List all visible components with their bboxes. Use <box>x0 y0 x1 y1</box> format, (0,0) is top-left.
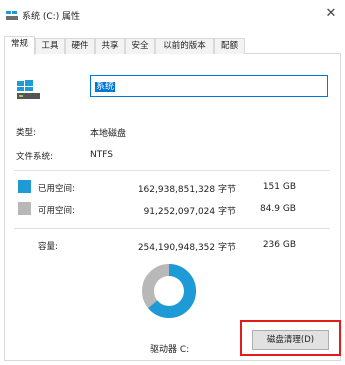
used-space-size: 151 GB <box>262 182 296 192</box>
tab-previous-versions[interactable]: 以前的版本 <box>155 38 214 54</box>
used-space-label: 已用空间: <box>38 184 75 194</box>
capacity-bytes: 254,190,948,352 字节 <box>137 243 236 253</box>
filesystem-label: 文件系统: <box>16 152 53 162</box>
free-space-size: 84.9 GB <box>259 204 296 214</box>
disk-cleanup-button[interactable]: 磁盘清理(D) <box>252 330 329 350</box>
type-value: 本地磁盘 <box>90 129 127 139</box>
drive-letter-label: 驱动器 C: <box>150 345 190 355</box>
filesystem-value: NTFS <box>90 150 113 160</box>
tab-hardware[interactable]: 硬件 <box>65 38 95 54</box>
tab-tools[interactable]: 工具 <box>35 38 65 54</box>
used-space-swatch <box>18 180 31 193</box>
free-space-label: 可用空间: <box>38 206 75 216</box>
divider <box>14 228 330 229</box>
drive-name-value: 系统 <box>95 82 116 92</box>
tab-sharing[interactable]: 共享 <box>95 38 125 54</box>
free-space-bytes: 91,252,097,024 字节 <box>143 207 236 217</box>
capacity-label: 容量: <box>38 242 58 252</box>
tab-general[interactable]: 常规 <box>4 36 35 55</box>
divider <box>14 170 330 171</box>
used-space-bytes: 162,938,851,328 字节 <box>137 185 236 195</box>
type-label: 类型: <box>16 128 36 138</box>
disk-usage-donut <box>142 264 196 318</box>
drive-icon <box>6 11 18 20</box>
tab-strip: 常规 工具 硬件 共享 安全 以前的版本 配额 <box>4 36 341 55</box>
window-title: 系统 (C:) 属性 <box>22 12 81 22</box>
capacity-size: 236 GB <box>262 240 296 250</box>
tab-security[interactable]: 安全 <box>125 38 155 54</box>
free-space-swatch <box>18 202 31 215</box>
close-button[interactable]: ✕ <box>317 3 345 25</box>
tab-quota[interactable]: 配额 <box>214 38 245 54</box>
title-bar: 系统 (C:) 属性 ✕ <box>0 0 345 30</box>
drive-name-field[interactable]: 系统 <box>90 75 328 97</box>
windows-drive-icon <box>17 80 40 99</box>
